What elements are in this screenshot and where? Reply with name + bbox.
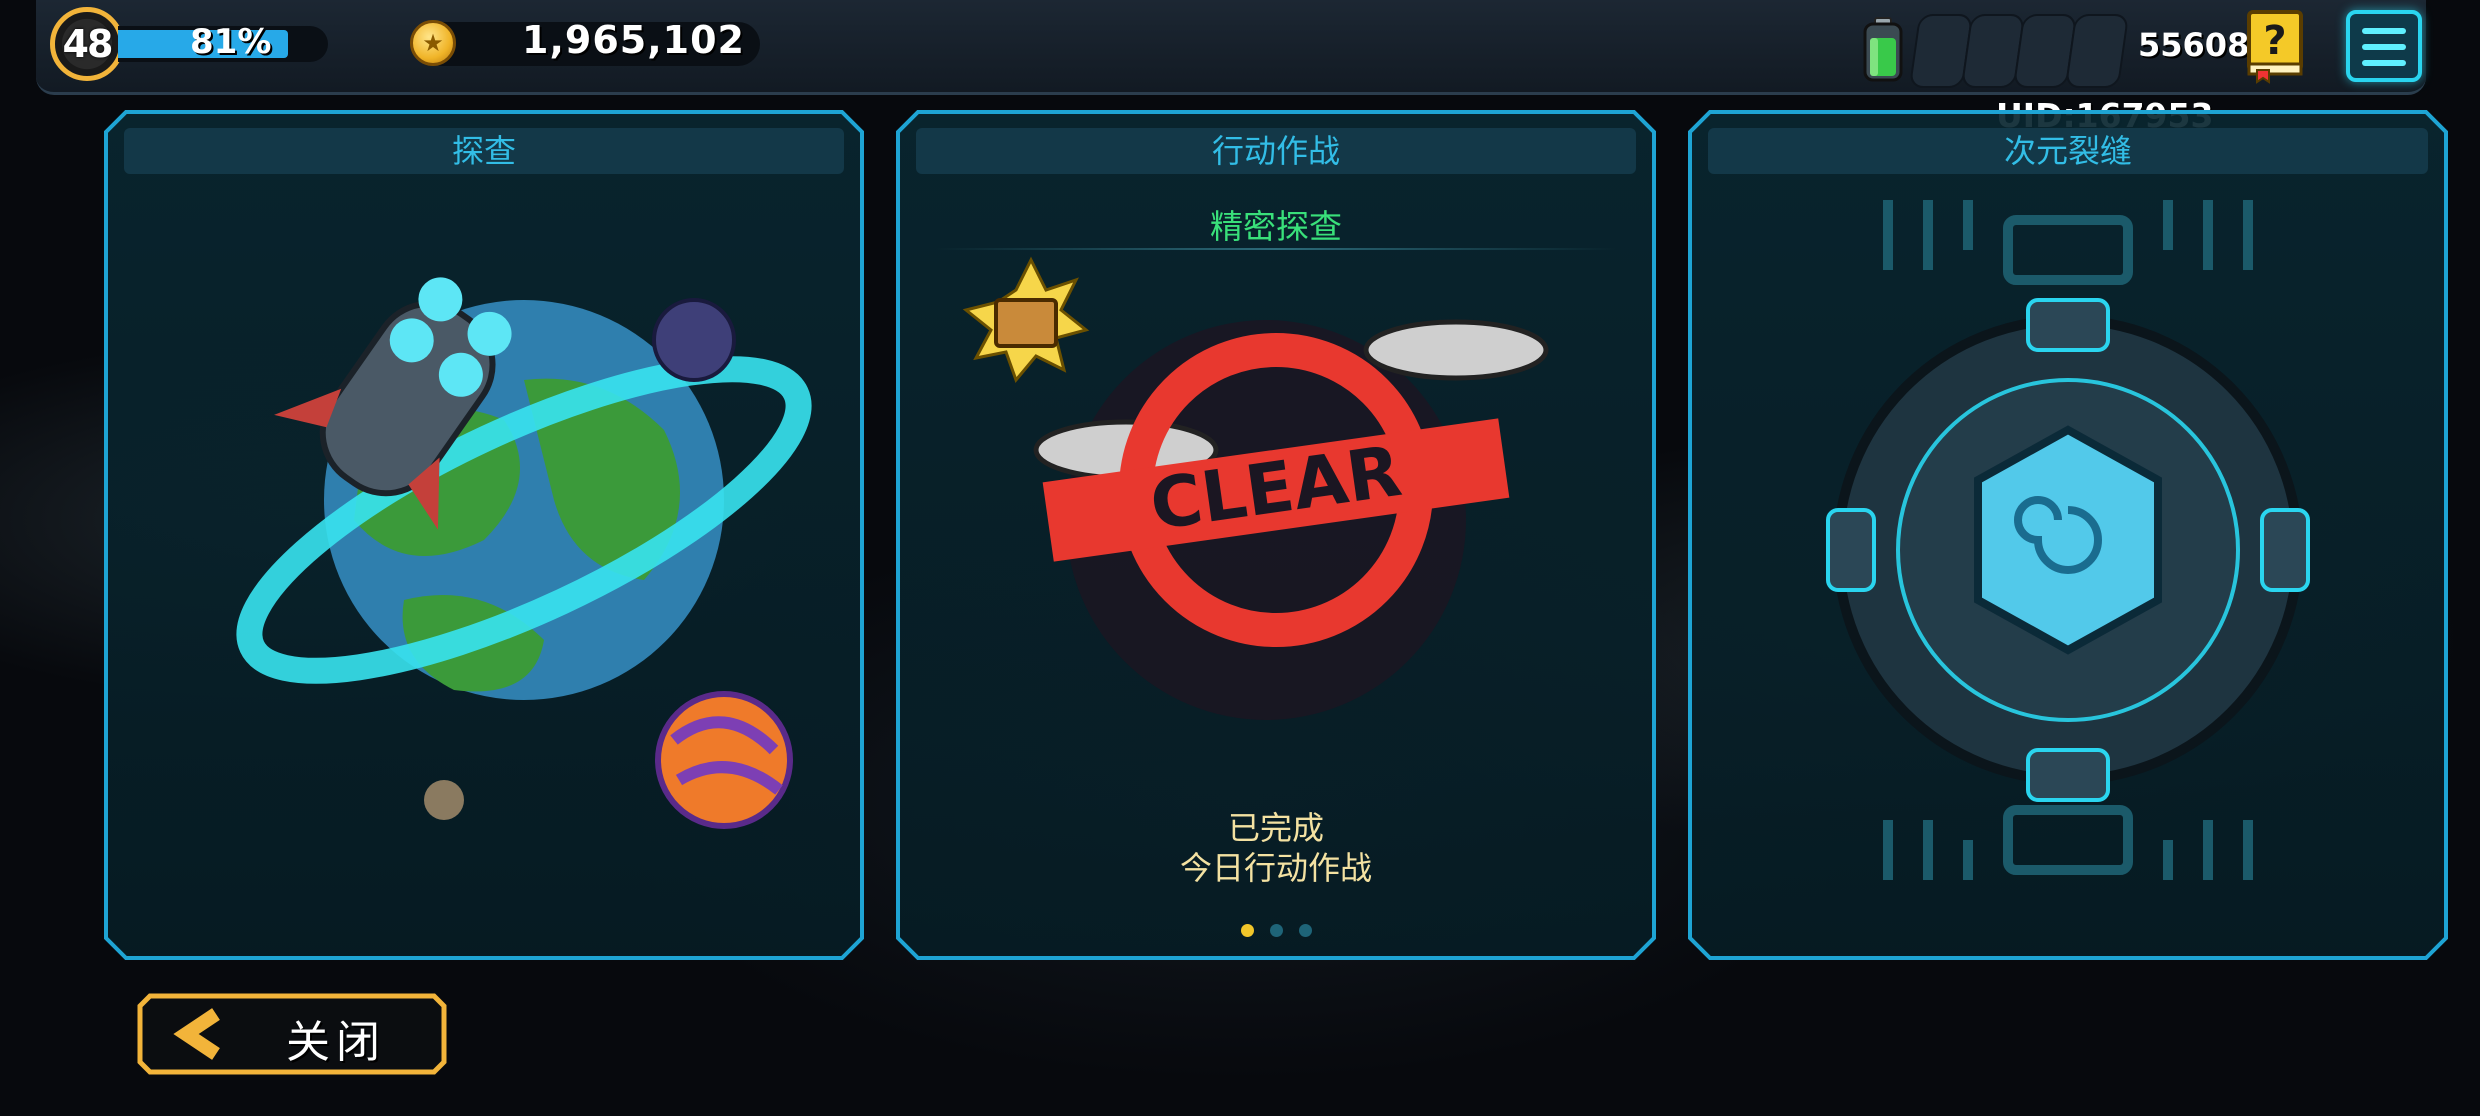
- help-book-icon[interactable]: ?: [2245, 8, 2305, 84]
- panel-title: 探查: [124, 128, 844, 174]
- panel-title: 行动作战: [916, 128, 1636, 174]
- close-button[interactable]: 关闭: [136, 992, 448, 1076]
- energy-slot: [2064, 14, 2130, 88]
- rift-portal-illustration: [1688, 180, 2448, 960]
- page-dot[interactable]: [1270, 924, 1283, 937]
- status-daily-operation: 今日行动作战: [1179, 849, 1372, 887]
- xp-percent: 81%: [190, 22, 272, 62]
- level-badge[interactable]: 48: [50, 7, 124, 81]
- page-dot[interactable]: [1299, 924, 1312, 937]
- status-completed: 已完成: [1227, 809, 1324, 847]
- gold-amount: 1,965,102: [522, 18, 745, 62]
- menu-icon: [2362, 60, 2406, 66]
- dimension-rift-panel[interactable]: 次元裂缝: [1688, 110, 2448, 960]
- menu-button[interactable]: [2346, 10, 2422, 82]
- panel-title: 次元裂缝: [1708, 128, 2428, 174]
- close-label: 关闭: [286, 1017, 386, 1068]
- menu-icon: [2362, 44, 2406, 50]
- menu-icon: [2362, 28, 2406, 34]
- battery-icon[interactable]: [1862, 16, 1904, 82]
- operation-panel[interactable]: 行动作战 精密探查 CLEAR 已完成 今日行动作战: [896, 110, 1656, 960]
- gold-coin-icon: ★: [410, 20, 456, 66]
- svg-text:?: ?: [2263, 18, 2286, 64]
- page-dot[interactable]: [1241, 924, 1254, 937]
- page-indicator: [896, 922, 1656, 941]
- planet-rocket-illustration: [104, 180, 864, 940]
- explore-panel[interactable]: 探查: [104, 110, 864, 960]
- clear-stamp-illustration: CLEAR: [896, 180, 1656, 880]
